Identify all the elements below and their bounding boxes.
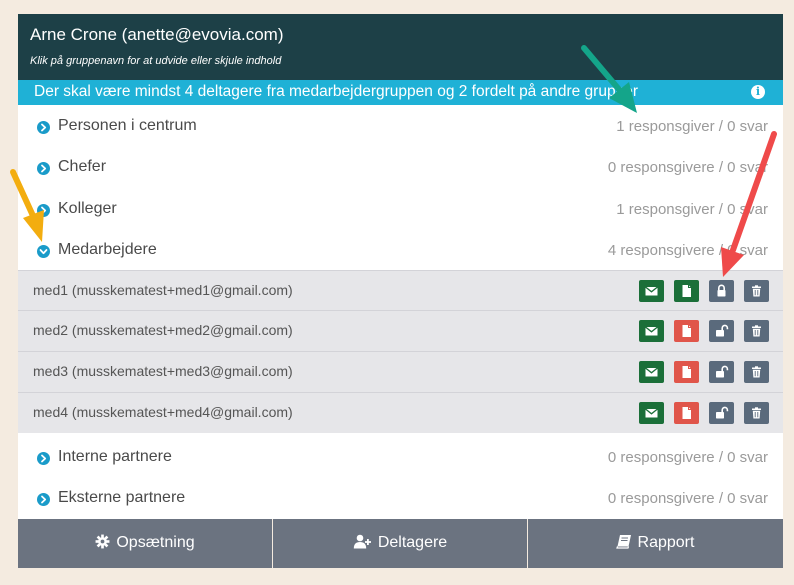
delete-button[interactable] <box>744 402 769 424</box>
trash-icon <box>752 325 761 337</box>
unlock-icon <box>716 324 729 337</box>
group-medarbejdere[interactable]: Medarbejdere 4 responsgivere / 0 svar <box>18 231 783 272</box>
chevron-right-icon <box>37 204 50 217</box>
footer-toolbar: Opsætning Deltagere Rapport <box>18 519 783 568</box>
group-name: Interne partnere <box>58 448 172 465</box>
send-email-button[interactable] <box>639 320 664 342</box>
trash-icon <box>752 407 761 419</box>
member-label: med1 (musskematest+med1@gmail.com) <box>33 282 293 298</box>
group-response-count: 1 responsgiver / 0 svar <box>616 118 768 135</box>
member-label: med3 (musskematest+med3@gmail.com) <box>33 363 293 379</box>
participants-label: Deltagere <box>377 534 448 551</box>
unlock-icon <box>716 406 729 419</box>
group-personen-i-centrum[interactable]: Personen i centrum 1 responsgiver / 0 sv… <box>18 107 783 148</box>
add-user-icon <box>353 534 371 549</box>
participants-button[interactable]: Deltagere <box>273 519 527 568</box>
group-name: Personen i centrum <box>58 117 197 134</box>
gear-icon <box>95 534 110 549</box>
group-eksterne-partnere[interactable]: Eksterne partnere 0 responsgivere / 0 sv… <box>18 479 783 520</box>
trash-icon <box>752 366 761 378</box>
chevron-down-icon <box>37 245 50 258</box>
send-email-button[interactable] <box>639 361 664 383</box>
participants-panel: Arne Crone (anette@evovia.com) Klik på g… <box>18 14 783 568</box>
member-row-med1: med1 (musskematest+med1@gmail.com) <box>18 270 783 311</box>
chevron-right-icon <box>37 452 50 465</box>
member-actions <box>639 402 769 424</box>
group-response-count: 0 responsgivere / 0 svar <box>607 490 768 507</box>
member-row-med3: med3 (musskematest+med3@gmail.com) <box>18 351 783 392</box>
chevron-right-icon <box>37 162 50 175</box>
document-button[interactable] <box>674 402 699 424</box>
document-button[interactable] <box>674 361 699 383</box>
notice-text: Der skal være mindst 4 deltagere fra med… <box>34 83 638 100</box>
member-row-med2: med2 (musskematest+med2@gmail.com) <box>18 310 783 351</box>
panel-header: Arne Crone (anette@evovia.com) Klik på g… <box>18 14 783 80</box>
unlock-button[interactable] <box>709 320 734 342</box>
delete-button[interactable] <box>744 280 769 302</box>
group-chefer[interactable]: Chefer 0 responsgivere / 0 svar <box>18 148 783 189</box>
report-label: Rapport <box>637 534 695 551</box>
group-name: Kolleger <box>58 200 117 217</box>
send-email-button[interactable] <box>639 402 664 424</box>
group-name: Eksterne partnere <box>58 489 186 506</box>
member-row-med4: med4 (musskematest+med4@gmail.com) <box>18 392 783 433</box>
setup-button[interactable]: Opsætning <box>18 519 272 568</box>
group-name: Chefer <box>58 158 107 175</box>
setup-label: Opsætning <box>116 534 195 551</box>
document-button[interactable] <box>674 320 699 342</box>
chevron-right-icon <box>37 493 50 506</box>
group-interne-partnere[interactable]: Interne partnere 0 responsgivere / 0 sva… <box>18 438 783 479</box>
send-email-button[interactable] <box>639 280 664 302</box>
report-button[interactable]: Rapport <box>528 519 782 568</box>
group-kolleger[interactable]: Kolleger 1 responsgiver / 0 svar <box>18 190 783 231</box>
member-actions <box>639 280 769 302</box>
group-response-count: 0 responsgivere / 0 svar <box>607 449 768 466</box>
trash-icon <box>752 285 761 297</box>
chevron-right-icon <box>37 121 50 134</box>
header-hint: Klik på gruppenavn for at udvide eller s… <box>30 55 282 67</box>
member-actions <box>639 361 769 383</box>
delete-button[interactable] <box>744 361 769 383</box>
document-button[interactable] <box>674 280 699 302</box>
group-response-count: 1 responsgiver / 0 svar <box>616 201 768 218</box>
group-response-count: 4 responsgivere / 0 svar <box>607 242 768 259</box>
group-response-count: 0 responsgivere / 0 svar <box>607 159 768 176</box>
group-name: Medarbejdere <box>58 241 157 258</box>
delete-button[interactable] <box>744 320 769 342</box>
requirement-notice: Der skal være mindst 4 deltagere fra med… <box>18 80 783 105</box>
unlock-button[interactable] <box>709 402 734 424</box>
lock-icon <box>717 284 726 297</box>
unlock-button[interactable] <box>709 361 734 383</box>
member-label: med4 (musskematest+med4@gmail.com) <box>33 404 293 420</box>
member-actions <box>639 320 769 342</box>
info-circle-icon[interactable]: i <box>751 85 765 99</box>
participant-title: Arne Crone (anette@evovia.com) <box>30 25 284 44</box>
unlock-icon <box>716 365 729 378</box>
member-label: med2 (musskematest+med2@gmail.com) <box>33 322 293 338</box>
lock-button[interactable] <box>709 280 734 302</box>
book-icon <box>615 535 631 549</box>
